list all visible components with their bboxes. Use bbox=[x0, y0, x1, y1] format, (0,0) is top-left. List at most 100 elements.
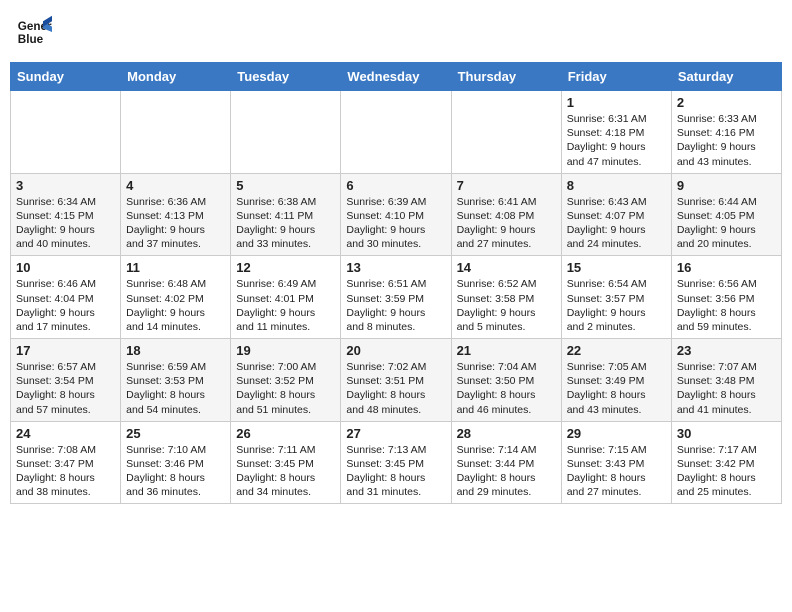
day-info: Sunrise: 7:13 AM Sunset: 3:45 PM Dayligh… bbox=[346, 443, 445, 500]
calendar-cell bbox=[451, 91, 561, 174]
day-number: 6 bbox=[346, 178, 445, 193]
day-number: 17 bbox=[16, 343, 115, 358]
calendar-cell: 27 Sunrise: 7:13 AM Sunset: 3:45 PM Dayli… bbox=[341, 421, 451, 504]
calendar-cell: 5 Sunrise: 6:38 AM Sunset: 4:11 PM Daylig… bbox=[231, 173, 341, 256]
svg-text:Blue: Blue bbox=[18, 33, 44, 46]
day-info: Sunrise: 7:17 AM Sunset: 3:42 PM Dayligh… bbox=[677, 443, 776, 500]
calendar-cell: 4 Sunrise: 6:36 AM Sunset: 4:13 PM Daylig… bbox=[121, 173, 231, 256]
week-row-3: 10Sunrise: 6:46 AM Sunset: 4:04 PM Dayli… bbox=[11, 256, 782, 339]
day-info: Sunrise: 7:07 AM Sunset: 3:48 PM Dayligh… bbox=[677, 360, 776, 417]
calendar-cell: 10Sunrise: 6:46 AM Sunset: 4:04 PM Dayli… bbox=[11, 256, 121, 339]
day-info: Sunrise: 6:36 AM Sunset: 4:13 PM Dayligh… bbox=[126, 195, 225, 252]
calendar-cell bbox=[231, 91, 341, 174]
day-number: 7 bbox=[457, 178, 556, 193]
day-info: Sunrise: 7:05 AM Sunset: 3:49 PM Dayligh… bbox=[567, 360, 666, 417]
day-number: 27 bbox=[346, 426, 445, 441]
day-header-saturday: Saturday bbox=[671, 63, 781, 91]
calendar-cell bbox=[11, 91, 121, 174]
calendar-cell: 21 Sunrise: 7:04 AM Sunset: 3:50 PM Dayli… bbox=[451, 339, 561, 422]
header-row: SundayMondayTuesdayWednesdayThursdayFrid… bbox=[11, 63, 782, 91]
calendar-cell: 2 Sunrise: 6:33 AM Sunset: 4:16 PM Daylig… bbox=[671, 91, 781, 174]
day-number: 9 bbox=[677, 178, 776, 193]
day-number: 25 bbox=[126, 426, 225, 441]
day-info: Sunrise: 6:57 AM Sunset: 3:54 PM Dayligh… bbox=[16, 360, 115, 417]
day-number: 3 bbox=[16, 178, 115, 193]
header: General Blue bbox=[10, 10, 782, 54]
calendar-cell: 7Sunrise: 6:41 AM Sunset: 4:08 PM Daylig… bbox=[451, 173, 561, 256]
calendar-cell: 18Sunrise: 6:59 AM Sunset: 3:53 PM Dayli… bbox=[121, 339, 231, 422]
day-info: Sunrise: 6:39 AM Sunset: 4:10 PM Dayligh… bbox=[346, 195, 445, 252]
logo-icon: General Blue bbox=[16, 14, 52, 50]
calendar-cell: 1Sunrise: 6:31 AM Sunset: 4:18 PM Daylig… bbox=[561, 91, 671, 174]
calendar-cell bbox=[121, 91, 231, 174]
calendar-cell: 22 Sunrise: 7:05 AM Sunset: 3:49 PM Dayli… bbox=[561, 339, 671, 422]
day-number: 28 bbox=[457, 426, 556, 441]
day-info: Sunrise: 6:56 AM Sunset: 3:56 PM Dayligh… bbox=[677, 277, 776, 334]
day-info: Sunrise: 6:52 AM Sunset: 3:58 PM Dayligh… bbox=[457, 277, 556, 334]
day-info: Sunrise: 6:46 AM Sunset: 4:04 PM Dayligh… bbox=[16, 277, 115, 334]
calendar-cell: 28 Sunrise: 7:14 AM Sunset: 3:44 PM Dayli… bbox=[451, 421, 561, 504]
day-number: 15 bbox=[567, 260, 666, 275]
calendar-cell: 20 Sunrise: 7:02 AM Sunset: 3:51 PM Dayli… bbox=[341, 339, 451, 422]
calendar-cell: 8 Sunrise: 6:43 AM Sunset: 4:07 PM Daylig… bbox=[561, 173, 671, 256]
day-info: Sunrise: 7:14 AM Sunset: 3:44 PM Dayligh… bbox=[457, 443, 556, 500]
calendar-cell: 25 Sunrise: 7:10 AM Sunset: 3:46 PM Dayli… bbox=[121, 421, 231, 504]
day-number: 24 bbox=[16, 426, 115, 441]
day-number: 16 bbox=[677, 260, 776, 275]
day-info: Sunrise: 6:59 AM Sunset: 3:53 PM Dayligh… bbox=[126, 360, 225, 417]
day-number: 23 bbox=[677, 343, 776, 358]
day-number: 14 bbox=[457, 260, 556, 275]
day-info: Sunrise: 7:00 AM Sunset: 3:52 PM Dayligh… bbox=[236, 360, 335, 417]
logo: General Blue bbox=[16, 14, 56, 50]
day-number: 22 bbox=[567, 343, 666, 358]
day-info: Sunrise: 6:31 AM Sunset: 4:18 PM Dayligh… bbox=[567, 112, 666, 169]
calendar-cell: 24 Sunrise: 7:08 AM Sunset: 3:47 PM Dayli… bbox=[11, 421, 121, 504]
day-number: 20 bbox=[346, 343, 445, 358]
day-number: 26 bbox=[236, 426, 335, 441]
calendar-cell: 11Sunrise: 6:48 AM Sunset: 4:02 PM Dayli… bbox=[121, 256, 231, 339]
day-info: Sunrise: 6:51 AM Sunset: 3:59 PM Dayligh… bbox=[346, 277, 445, 334]
calendar-cell: 23 Sunrise: 7:07 AM Sunset: 3:48 PM Dayli… bbox=[671, 339, 781, 422]
day-info: Sunrise: 6:54 AM Sunset: 3:57 PM Dayligh… bbox=[567, 277, 666, 334]
day-header-thursday: Thursday bbox=[451, 63, 561, 91]
day-info: Sunrise: 7:02 AM Sunset: 3:51 PM Dayligh… bbox=[346, 360, 445, 417]
day-number: 8 bbox=[567, 178, 666, 193]
day-number: 12 bbox=[236, 260, 335, 275]
day-number: 30 bbox=[677, 426, 776, 441]
calendar-cell: 12 Sunrise: 6:49 AM Sunset: 4:01 PM Dayli… bbox=[231, 256, 341, 339]
day-info: Sunrise: 6:48 AM Sunset: 4:02 PM Dayligh… bbox=[126, 277, 225, 334]
day-number: 5 bbox=[236, 178, 335, 193]
day-info: Sunrise: 6:33 AM Sunset: 4:16 PM Dayligh… bbox=[677, 112, 776, 169]
day-header-monday: Monday bbox=[121, 63, 231, 91]
day-info: Sunrise: 7:10 AM Sunset: 3:46 PM Dayligh… bbox=[126, 443, 225, 500]
day-header-tuesday: Tuesday bbox=[231, 63, 341, 91]
day-number: 29 bbox=[567, 426, 666, 441]
calendar: SundayMondayTuesdayWednesdayThursdayFrid… bbox=[10, 62, 782, 504]
day-number: 13 bbox=[346, 260, 445, 275]
calendar-cell: 13 Sunrise: 6:51 AM Sunset: 3:59 PM Dayli… bbox=[341, 256, 451, 339]
day-info: Sunrise: 6:49 AM Sunset: 4:01 PM Dayligh… bbox=[236, 277, 335, 334]
day-header-friday: Friday bbox=[561, 63, 671, 91]
calendar-cell: 15 Sunrise: 6:54 AM Sunset: 3:57 PM Dayli… bbox=[561, 256, 671, 339]
week-row-1: 1Sunrise: 6:31 AM Sunset: 4:18 PM Daylig… bbox=[11, 91, 782, 174]
week-row-2: 3 Sunrise: 6:34 AM Sunset: 4:15 PM Daylig… bbox=[11, 173, 782, 256]
calendar-cell: 29Sunrise: 7:15 AM Sunset: 3:43 PM Dayli… bbox=[561, 421, 671, 504]
day-number: 2 bbox=[677, 95, 776, 110]
calendar-cell: 3 Sunrise: 6:34 AM Sunset: 4:15 PM Daylig… bbox=[11, 173, 121, 256]
week-row-5: 24 Sunrise: 7:08 AM Sunset: 3:47 PM Dayli… bbox=[11, 421, 782, 504]
day-number: 21 bbox=[457, 343, 556, 358]
calendar-cell: 16 Sunrise: 6:56 AM Sunset: 3:56 PM Dayli… bbox=[671, 256, 781, 339]
calendar-cell: 30 Sunrise: 7:17 AM Sunset: 3:42 PM Dayli… bbox=[671, 421, 781, 504]
day-info: Sunrise: 6:43 AM Sunset: 4:07 PM Dayligh… bbox=[567, 195, 666, 252]
week-row-4: 17 Sunrise: 6:57 AM Sunset: 3:54 PM Dayli… bbox=[11, 339, 782, 422]
calendar-cell: 17 Sunrise: 6:57 AM Sunset: 3:54 PM Dayli… bbox=[11, 339, 121, 422]
day-info: Sunrise: 6:38 AM Sunset: 4:11 PM Dayligh… bbox=[236, 195, 335, 252]
day-info: Sunrise: 7:11 AM Sunset: 3:45 PM Dayligh… bbox=[236, 443, 335, 500]
day-info: Sunrise: 7:08 AM Sunset: 3:47 PM Dayligh… bbox=[16, 443, 115, 500]
day-info: Sunrise: 6:34 AM Sunset: 4:15 PM Dayligh… bbox=[16, 195, 115, 252]
day-number: 19 bbox=[236, 343, 335, 358]
calendar-cell: 19 Sunrise: 7:00 AM Sunset: 3:52 PM Dayli… bbox=[231, 339, 341, 422]
day-header-sunday: Sunday bbox=[11, 63, 121, 91]
day-number: 4 bbox=[126, 178, 225, 193]
day-info: Sunrise: 7:04 AM Sunset: 3:50 PM Dayligh… bbox=[457, 360, 556, 417]
